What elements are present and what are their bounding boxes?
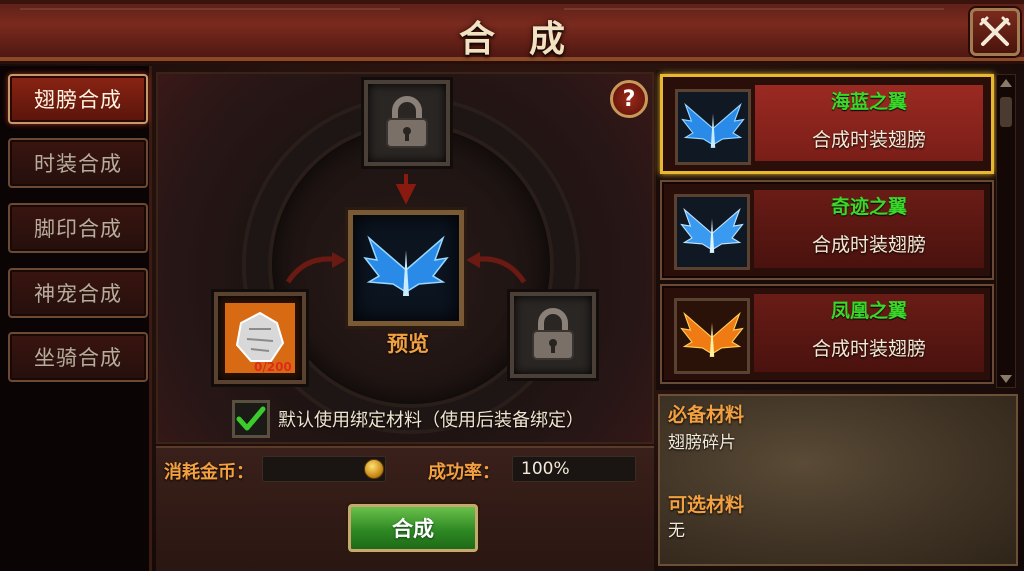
bind-material-label: 默认使用绑定材料（使用后装备绑定） [278, 410, 584, 431]
success-rate-label: 成功率： [428, 462, 500, 483]
gold-cost-label: 消耗金币： [164, 462, 254, 483]
scroll-down-icon[interactable] [1000, 375, 1012, 383]
material-count: 0/200 [254, 360, 292, 374]
locked-slot-top[interactable] [364, 80, 450, 166]
materials-panel: 必备材料 翅膀碎片 可选材料 无 [658, 394, 1018, 566]
preview-label: 预览 [387, 332, 429, 356]
required-materials-title: 必备材料 [668, 404, 745, 426]
bind-material-option: 默认使用绑定材料（使用后装备绑定） [232, 400, 584, 438]
synthesize-button[interactable]: 合成 [348, 504, 478, 552]
wing-name: 凤凰之翼 [830, 300, 907, 322]
blue-wing-icon [363, 235, 449, 296]
scroll-up-icon[interactable] [1000, 79, 1012, 87]
tab-wing-synthesis[interactable]: 翅膀合成 [8, 74, 148, 124]
tab-footprint-synthesis[interactable]: 脚印合成 [8, 203, 148, 253]
wing-list-scrollbar[interactable] [996, 74, 1016, 388]
synthesis-window: 合成 翅膀合成 时装合成 脚印合成 神宠合成 坐骑合成 预览 0/200 ? 默… [0, 0, 1024, 571]
wing-description: 合成时装翅膀 [811, 234, 926, 256]
wing-description: 合成时装翅膀 [811, 338, 926, 360]
help-icon: ? [622, 86, 636, 112]
gold-coin-icon [364, 459, 384, 479]
help-button[interactable]: ? [610, 80, 648, 118]
wing-list-item[interactable]: 海蓝之翼 合成时装翅膀 [660, 74, 994, 174]
required-materials-value: 翅膀碎片 [668, 433, 736, 453]
tab-label: 神宠合成 [34, 282, 122, 306]
blue-wing-icon [681, 102, 745, 148]
title-bar: 合成 [0, 0, 1024, 64]
page-title: 合成 [458, 19, 599, 60]
synthesis-area: 预览 0/200 ? 默认使用绑定材料（使用后装备绑定） [156, 72, 654, 444]
cost-area: 消耗金币： 成功率： 100% 合成 [156, 446, 654, 571]
optional-materials-title: 可选材料 [668, 494, 745, 516]
success-rate-value: 100% [512, 456, 636, 482]
close-button[interactable] [970, 8, 1020, 56]
arrow-down-icon [396, 174, 416, 204]
wing-item-icon [675, 89, 751, 165]
bind-material-checkbox[interactable] [232, 400, 270, 438]
tab-label: 坐骑合成 [34, 346, 122, 370]
blue-wing-icon [680, 207, 744, 253]
wing-item-info: 凤凰之翼 合成时装翅膀 [754, 294, 984, 372]
wing-item-info: 海蓝之翼 合成时装翅膀 [755, 85, 983, 161]
lock-icon [386, 96, 428, 148]
arrow-right-icon [286, 252, 346, 284]
arrow-left-icon [466, 252, 526, 284]
tab-pet-synthesis[interactable]: 神宠合成 [8, 268, 148, 318]
checkmark-icon [236, 406, 266, 431]
close-icon [979, 16, 1011, 46]
synthesize-button-label: 合成 [392, 517, 434, 541]
phoenix-wing-icon [680, 311, 744, 357]
wing-description: 合成时装翅膀 [811, 129, 926, 151]
tab-mount-synthesis[interactable]: 坐骑合成 [8, 332, 148, 382]
wing-item-info: 奇迹之翼 合成时装翅膀 [754, 190, 984, 268]
tab-label: 翅膀合成 [34, 88, 122, 112]
scroll-thumb[interactable] [1000, 97, 1012, 127]
lock-icon [532, 308, 574, 360]
preview-slot[interactable] [348, 210, 464, 326]
wing-item-icon [674, 194, 750, 270]
locked-slot-right[interactable] [510, 292, 596, 378]
wing-name: 奇迹之翼 [830, 196, 907, 218]
wing-list-item[interactable]: 奇迹之翼 合成时装翅膀 [660, 180, 994, 280]
category-tabs: 翅膀合成 时装合成 脚印合成 神宠合成 坐骑合成 [0, 66, 152, 571]
wing-list: 海蓝之翼 合成时装翅膀 奇迹之翼 合成时装翅膀 凤凰之翼 合成时装翅膀 [656, 70, 1024, 390]
tab-label: 时装合成 [34, 152, 122, 176]
tab-label: 脚印合成 [34, 217, 122, 241]
optional-materials-value: 无 [668, 521, 685, 541]
tab-fashion-synthesis[interactable]: 时装合成 [8, 138, 148, 188]
wing-item-icon [674, 298, 750, 374]
wing-list-item[interactable]: 凤凰之翼 合成时装翅膀 [660, 284, 994, 384]
wing-name: 海蓝之翼 [830, 91, 907, 113]
